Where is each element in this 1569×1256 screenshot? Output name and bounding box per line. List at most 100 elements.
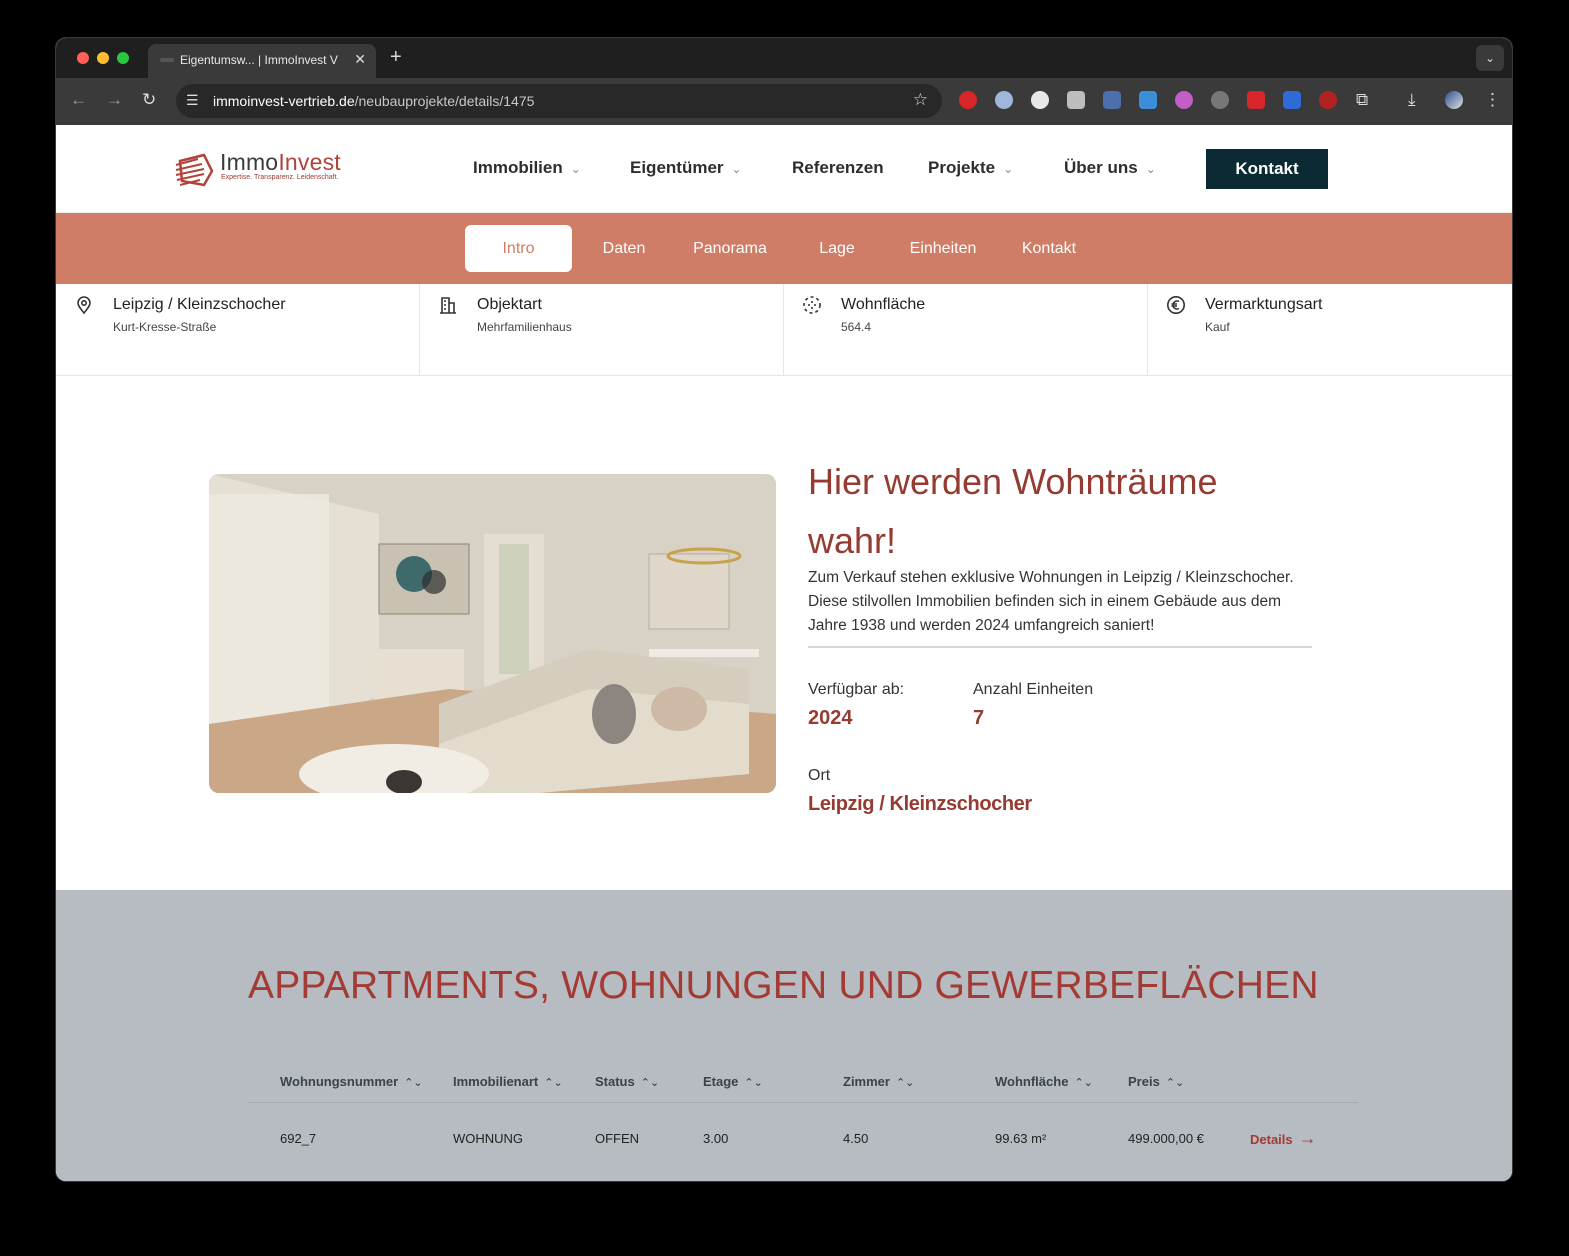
- nav-immobilien-label: Immobilien: [473, 158, 563, 177]
- nav-ueber-uns[interactable]: Über uns ⌄: [1064, 158, 1156, 178]
- sort-icon: ⌃⌄: [544, 1077, 563, 1089]
- extension-search-icon[interactable]: [995, 91, 1013, 109]
- logo-mark-icon: [175, 153, 214, 187]
- fact-location-title: Leipzig / Kleinzschocher: [113, 296, 286, 313]
- site-logo[interactable]: ImmoInvest Expertise. Transparenz. Leide…: [174, 149, 354, 193]
- fact-objektart-sub: Mehrfamilienhaus: [477, 320, 572, 334]
- extension-globe-icon[interactable]: [1031, 91, 1049, 109]
- fact-vermarktung-title: Vermarktungsart: [1205, 296, 1323, 313]
- column-header-label: Wohnfläche: [995, 1074, 1069, 1089]
- fact-objektart: Objektart Mehrfamilienhaus: [420, 284, 784, 376]
- url-text[interactable]: immoinvest-vertrieb.de/neubauprojekte/de…: [213, 93, 534, 109]
- fact-location-sub: Kurt-Kresse-Straße: [113, 320, 217, 334]
- tab-close-icon[interactable]: ✕: [354, 51, 366, 68]
- column-header-label: Etage: [703, 1074, 739, 1089]
- column-header-label: Immobilienart: [453, 1074, 539, 1089]
- nav-projekte[interactable]: Projekte ⌄: [928, 158, 1013, 178]
- subnav-panorama[interactable]: Panorama: [680, 225, 780, 272]
- key-facts: Leipzig / Kleinzschocher Kurt-Kresse-Str…: [56, 284, 1512, 376]
- nav-eigentuemer[interactable]: Eigentümer ⌄: [630, 158, 742, 178]
- maximize-window-button[interactable]: [117, 52, 129, 64]
- bookmark-star-icon[interactable]: ☆: [913, 90, 928, 110]
- kontakt-button[interactable]: Kontakt: [1206, 149, 1328, 189]
- logo-wordmark: ImmoInvest: [220, 149, 341, 176]
- table-divider: [248, 1102, 1358, 1103]
- extension-red-icon[interactable]: [1247, 91, 1265, 109]
- extensions-puzzle-icon[interactable]: ⧉: [1356, 90, 1368, 110]
- new-tab-button[interactable]: +: [390, 46, 402, 69]
- cell-status: OFFEN: [595, 1131, 640, 1146]
- fact-vermarktung-sub: Kauf: [1205, 320, 1230, 334]
- fact-objektart-title: Objektart: [477, 296, 542, 313]
- extension-seo-icon[interactable]: [1319, 91, 1337, 109]
- chevron-down-icon: ⌄: [1145, 162, 1156, 176]
- column-header-wohnungsnummer[interactable]: Wohnungsnummer ⌃⌄: [280, 1074, 423, 1089]
- reload-icon[interactable]: ↻: [142, 90, 156, 110]
- sort-icon: ⌃⌄: [640, 1077, 660, 1089]
- profile-avatar[interactable]: [1445, 91, 1463, 109]
- column-header-preis[interactable]: Preis ⌃⌄: [1128, 1074, 1184, 1089]
- browser-toolbar: ← → ↻ ☰ immoinvest-vertrieb.de/neubaupro…: [56, 78, 1512, 125]
- site-header: ImmoInvest Expertise. Transparenz. Leide…: [56, 125, 1512, 213]
- minimize-window-button[interactable]: [97, 52, 109, 64]
- back-icon[interactable]: ←: [70, 90, 87, 110]
- extension-eye-icon[interactable]: [1103, 91, 1121, 109]
- nav-eigentuemer-label: Eigentümer: [630, 158, 724, 177]
- subnav-einheiten[interactable]: Einheiten: [898, 225, 988, 272]
- extension-camera-icon[interactable]: [1067, 91, 1085, 109]
- project-subnav: Intro Daten Panorama Lage Einheiten Kont…: [56, 213, 1512, 284]
- chevron-down-icon: ⌄: [1003, 162, 1014, 176]
- logo-name-part-1: Immo: [220, 149, 279, 175]
- column-header-immobilienart[interactable]: Immobilienart ⌃⌄: [453, 1074, 563, 1089]
- close-window-button[interactable]: [77, 52, 89, 64]
- site-info-icon[interactable]: ☰: [186, 92, 199, 109]
- fact-wohnflaeche-title: Wohnfläche: [841, 296, 926, 313]
- fact-vermarktung: Vermarktungsart Kauf: [1148, 284, 1512, 376]
- column-header-wohnflaeche[interactable]: Wohnfläche ⌃⌄: [995, 1074, 1093, 1089]
- browser-menu-icon[interactable]: ⋮: [1484, 90, 1501, 110]
- logo-name-part-2: Invest: [278, 149, 341, 175]
- browser-window: Eigentumsw... | ImmoInvest V ✕ + ⌄ ← → ↻…: [56, 38, 1512, 1181]
- extension-ghost-icon[interactable]: [1175, 91, 1193, 109]
- cell-etage: 3.00: [703, 1131, 729, 1146]
- extension-gear-icon[interactable]: [1211, 91, 1229, 109]
- logo-tagline: Expertise. Transparenz. Leidenschaft.: [221, 174, 339, 181]
- extension-fi-icon[interactable]: [1139, 91, 1157, 109]
- column-header-label: Status: [595, 1074, 635, 1089]
- intro-section: Hier werden Wohnträume wahr! Zum Verkauf…: [56, 376, 1512, 890]
- url-domain: immoinvest-vertrieb.de: [213, 93, 355, 109]
- nav-referenzen[interactable]: Referenzen: [792, 158, 884, 178]
- chevron-down-icon: ⌄: [731, 162, 742, 176]
- nav-ueber-uns-label: Über uns: [1064, 158, 1138, 177]
- details-label: Details: [1250, 1132, 1293, 1147]
- extension-translate-icon[interactable]: [1283, 91, 1301, 109]
- fact-location: Leipzig / Kleinzschocher Kurt-Kresse-Str…: [56, 284, 420, 376]
- subnav-intro[interactable]: Intro: [465, 225, 572, 272]
- column-header-zimmer[interactable]: Zimmer ⌃⌄: [843, 1074, 914, 1089]
- tab-favicon-icon: [160, 58, 174, 62]
- details-link[interactable]: Details →: [1250, 1128, 1317, 1149]
- extension-adblock-icon[interactable]: [959, 91, 977, 109]
- einheiten-label: Anzahl Einheiten: [973, 681, 1094, 698]
- intro-text: Zum Verkauf stehen exklusive Wohnungen i…: [808, 566, 1312, 648]
- subnav-daten[interactable]: Daten: [583, 225, 665, 272]
- subnav-kontakt[interactable]: Kontakt: [1009, 225, 1089, 272]
- tab-search-button[interactable]: ⌄: [1476, 45, 1504, 71]
- fact-wohnflaeche-sub: 564.4: [841, 320, 872, 334]
- nav-referenzen-label: Referenzen: [792, 158, 884, 177]
- verfuegbar-value: 2024: [808, 707, 853, 729]
- nav-immobilien[interactable]: Immobilien ⌄: [473, 158, 581, 178]
- living-room-photo: [209, 474, 776, 793]
- browser-tab[interactable]: Eigentumsw... | ImmoInvest V ✕: [148, 44, 376, 78]
- forward-icon[interactable]: →: [106, 90, 123, 110]
- url-path: /neubauprojekte/details/1475: [354, 93, 535, 109]
- subnav-lage[interactable]: Lage: [797, 225, 877, 272]
- column-header-status[interactable]: Status ⌃⌄: [595, 1074, 659, 1089]
- address-bar[interactable]: ☰ immoinvest-vertrieb.de/neubauprojekte/…: [176, 84, 942, 118]
- arrow-right-icon: →: [1298, 1128, 1317, 1148]
- column-header-etage[interactable]: Etage ⌃⌄: [703, 1074, 763, 1089]
- download-icon[interactable]: ⤓: [1408, 90, 1416, 110]
- ort-label: Ort: [808, 767, 831, 784]
- cell-preis: 499.000,00 €: [1128, 1131, 1204, 1146]
- verfuegbar-label: Verfügbar ab:: [808, 681, 905, 698]
